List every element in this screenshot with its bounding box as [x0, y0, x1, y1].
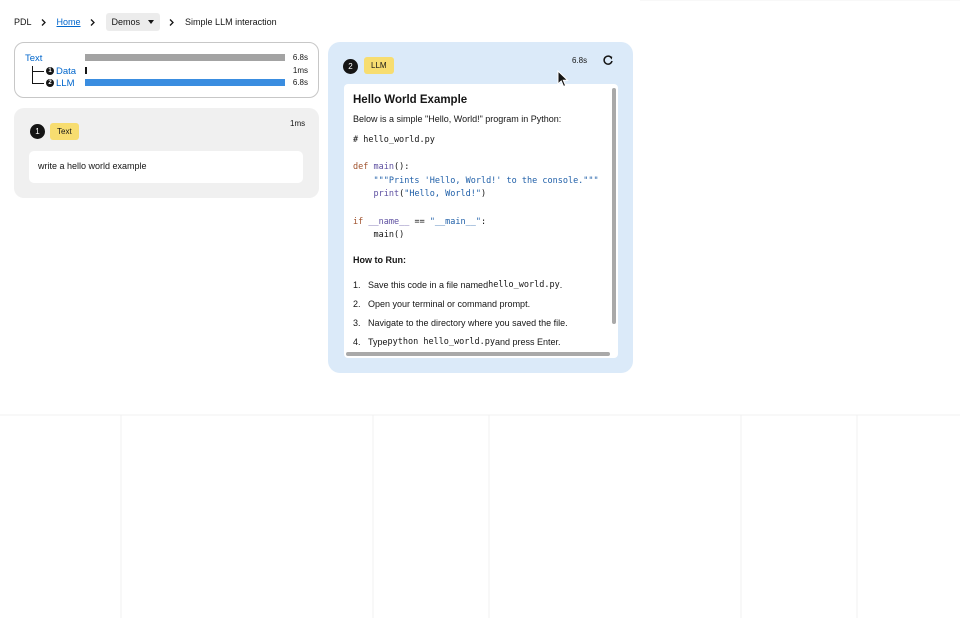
list-item: 3. Navigate to the directory where you sa… [353, 318, 568, 329]
block-duration: 1ms [290, 119, 306, 128]
timeline-duration: 6.8s [292, 78, 308, 87]
breadcrumb-home-link[interactable]: Home [57, 17, 81, 27]
code-variable: __name__ [368, 216, 410, 227]
step-number-badge: 2 [46, 79, 54, 87]
timeline-row-llm[interactable]: 2 LLM [46, 77, 74, 89]
code-call: main() [373, 230, 405, 241]
code-punct: : [481, 216, 487, 227]
llm-output-panel[interactable]: Hello World Example Below is a simple "H… [344, 84, 618, 358]
output-intro: Below is a simple "Hello, World!" progra… [353, 114, 562, 124]
chevron-right-icon [169, 18, 174, 26]
timeline-label: LLM [56, 77, 75, 89]
mouse-cursor-icon [557, 70, 569, 88]
timeline-duration: 1ms [292, 66, 308, 75]
list-item: 2. Open your terminal or command prompt. [353, 299, 531, 310]
list-item: 4. Type python hello_world.py and press E… [353, 337, 561, 348]
code-function: main [373, 162, 394, 173]
demos-dropdown-label: Demos [111, 17, 141, 27]
code-function: print [373, 189, 400, 200]
code-string: "Hello, World!" [404, 189, 481, 200]
chevron-right-icon [41, 18, 46, 26]
code-block: # hello_world.py def main(): """Prints '… [353, 134, 615, 243]
code-keyword: def [353, 162, 369, 173]
step-number-badge: 1 [30, 124, 45, 139]
step-number-badge: 1 [46, 67, 54, 75]
timeline-panel: Text 6.8s 1 Data 1ms 2 LLM 6.8s [14, 42, 319, 98]
run-steps-list: 1. Save this code in a file named hello_w… [353, 276, 615, 352]
timeline-bar-data [85, 67, 87, 74]
breadcrumb-root: PDL [14, 17, 32, 27]
timeline-bar-text [85, 54, 285, 61]
caret-down-icon [148, 20, 155, 24]
code-keyword: if [353, 216, 364, 227]
block-duration: 6.8s [572, 56, 588, 65]
tree-connector [32, 71, 44, 72]
code-operator: == [409, 216, 430, 227]
timeline-row-data[interactable]: 1 Data [46, 65, 76, 77]
timeline-bar-llm [85, 79, 285, 86]
breadcrumb-current: Simple LLM interaction [185, 17, 277, 27]
chevron-right-icon [90, 18, 95, 26]
step-number-badge: 2 [343, 59, 358, 74]
output-subheading: How to Run: [353, 254, 406, 265]
tree-connector [32, 83, 44, 84]
breadcrumb: PDL Home Demos Simple LLM interaction [14, 12, 277, 32]
refresh-icon[interactable] [601, 54, 615, 68]
tree-connector [32, 66, 33, 84]
block-kind-badge: Text [50, 123, 79, 140]
timeline-label: Data [56, 65, 77, 77]
horizontal-scrollbar[interactable] [346, 352, 610, 356]
code-punct: (): [393, 162, 410, 173]
timeline-duration: 6.8s [292, 53, 308, 62]
timeline-row-text[interactable]: Text [25, 52, 42, 64]
code-string: "__main__" [429, 216, 481, 227]
block-kind-badge: LLM [364, 57, 394, 74]
llm-block-card[interactable]: 2 LLM 6.8s Hello World Example Below is … [328, 42, 633, 373]
timeline-label: Text [25, 52, 43, 64]
text-block-card[interactable]: 1 Text 1ms write a hello world example [14, 108, 319, 198]
output-heading: Hello World Example [353, 94, 468, 106]
list-item: 1. Save this code in a file named hello_w… [353, 280, 563, 291]
llm-output-content: Hello World Example Below is a simple "H… [353, 94, 615, 352]
text-block-content: write a hello world example [29, 151, 303, 183]
code-punct: ) [480, 189, 487, 200]
demos-dropdown[interactable]: Demos [105, 13, 161, 31]
code-docstring: """Prints 'Hello, World!' to the console… [373, 175, 599, 186]
code-comment: # hello_world.py [353, 135, 435, 145]
vertical-scrollbar[interactable] [612, 88, 616, 324]
